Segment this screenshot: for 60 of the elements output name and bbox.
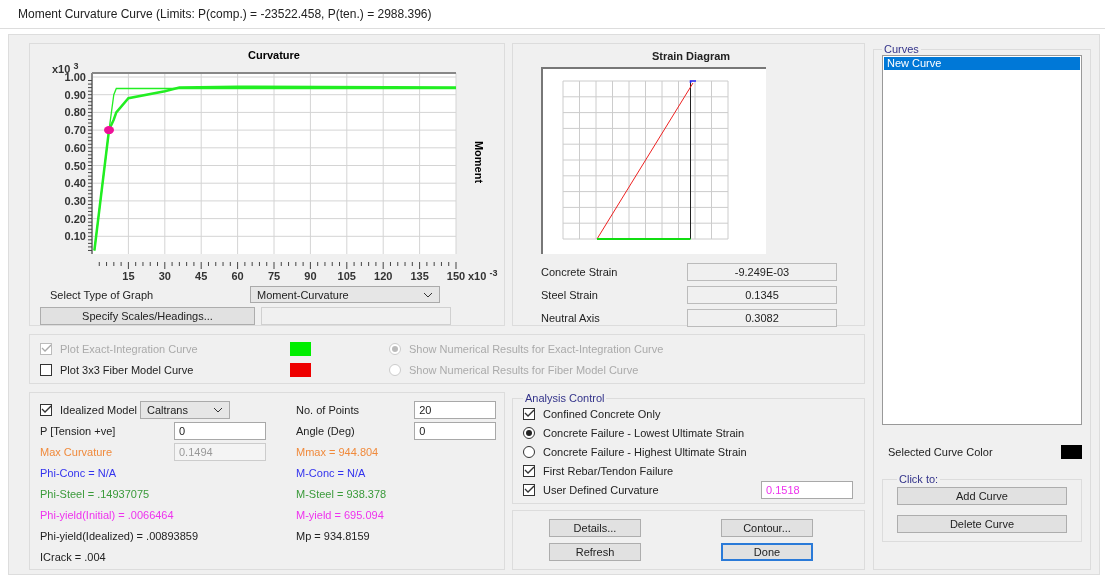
checkbox-label: Idealized Model: [60, 403, 139, 416]
graph-type-label: Select Type of Graph: [49, 288, 155, 301]
radio-label: Concrete Failure - Lowest Ultimate Strain: [543, 426, 746, 439]
strain-diagram-title: Strain Diagram: [650, 50, 732, 62]
x-tick-label: 105: [337, 270, 356, 282]
x-tick-label: 60: [231, 270, 244, 282]
x-tick-label: 75: [267, 270, 281, 282]
y-tick-label: 0.20: [64, 212, 86, 225]
radio-label: Show Numerical Results for Fiber Model Curve: [409, 363, 639, 376]
result-text: Phi-Conc = N/A: [40, 466, 117, 479]
result-label: Concrete Strain: [541, 265, 619, 278]
result-text: Phi-yield(Idealized) = .00893859: [40, 529, 199, 542]
field-label: P [Tension +ve]: [40, 424, 117, 437]
field-label: Angle (Deg): [296, 424, 356, 437]
group-title: Curves: [883, 43, 920, 55]
group-title: Analysis Control: [524, 392, 606, 404]
input-field: 0.1494: [174, 442, 266, 461]
x-tick-label: 90: [304, 270, 317, 282]
y-tick-label: 0.40: [64, 177, 86, 190]
group-title: Click to:: [898, 473, 940, 485]
result-label: Neutral Axis: [541, 311, 601, 324]
result-text: M-Steel = 938.378: [296, 487, 387, 500]
y-tick-label: 0.50: [64, 159, 86, 172]
radio-label: Show Numerical Results for Exact-Integration Curve: [409, 342, 664, 355]
color-label: Selected Curve Color: [888, 446, 993, 458]
x-tick-label: 15: [122, 270, 135, 282]
field-label: Max Curvature: [40, 445, 114, 458]
checkbox-label: Plot 3x3 Fiber Model Curve: [60, 363, 195, 376]
y-tick-label: 0.70: [64, 124, 86, 137]
x-multiplier: x10 $^{-3}$: [468, 268, 498, 282]
result-text: ICrack = .004: [40, 550, 106, 563]
y-axis-title: Moment: [473, 140, 485, 184]
checkbox-label: Confined Concrete Only: [543, 407, 662, 420]
window-title: Moment Curvature Curve (Limits: P(comp.) = -23522.458, P(ten.) = 2988.396): [18, 7, 432, 21]
result-field: 0.3082: [687, 308, 837, 327]
x-axis-title: Curvature: [248, 49, 300, 61]
result-label: Steel Strain: [541, 288, 599, 301]
result-text: M-Conc = N/A: [296, 466, 366, 479]
radio-label: Concrete Failure - Highest Ultimate Strain: [543, 445, 748, 458]
y-tick-label: 0.80: [64, 106, 86, 119]
result-text: Phi-Steel = .14937075: [40, 487, 150, 500]
checkbox-label: First Rebar/Tendon Failure: [543, 464, 675, 477]
x-tick-label: 30: [158, 270, 171, 282]
result-field: -9.249E-03: [687, 262, 837, 281]
x-tick-label: 120: [374, 270, 393, 282]
x-tick-label: 45: [195, 270, 208, 282]
checkbox-label: Plot Exact-Integration Curve: [60, 342, 199, 355]
result-text: Mmax = 944.804: [296, 445, 379, 458]
result-text: Phi-yield(Initial) = .0066464: [40, 508, 174, 521]
result-field: 0.1345: [687, 285, 837, 304]
result-text: M-yield = 695.094: [296, 508, 384, 521]
y-tick-label: 0.60: [64, 141, 86, 154]
x-tick-label: 135: [410, 270, 429, 282]
x-tick-label: 150: [446, 270, 466, 282]
field-label: No. of Points: [296, 403, 360, 416]
result-text: Mp = 934.8159: [296, 529, 370, 542]
checkbox-label: User Defined Curvature: [543, 483, 660, 496]
y-tick-label: 0.10: [64, 230, 86, 243]
y-tick-label: 0.90: [64, 88, 86, 101]
y-tick-label: 0.30: [64, 194, 86, 207]
